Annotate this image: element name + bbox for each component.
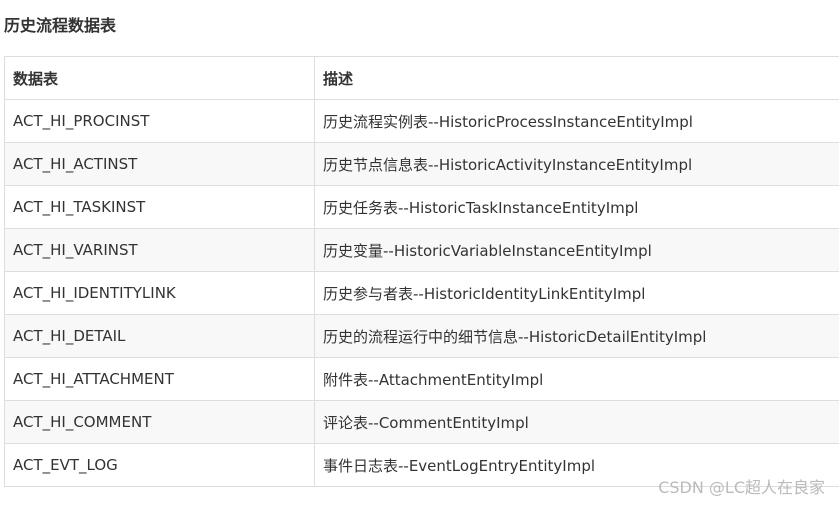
description-cell: 历史变量--HistoricVariableInstanceEntityImpl (314, 228, 839, 272)
table-name-cell: ACT_HI_DETAIL (4, 314, 315, 358)
table-row: ACT_HI_TASKINST 历史任务表--HistoricTaskInsta… (4, 185, 839, 229)
table-name-cell: ACT_HI_ACTINST (4, 142, 315, 186)
section-title: 历史流程数据表 (4, 16, 117, 35)
description-cell: 历史流程实例表--HistoricProcessInstanceEntityIm… (314, 99, 839, 143)
table-name-cell: ACT_HI_VARINST (4, 228, 315, 272)
watermark: CSDN @LC超人在良家 (658, 478, 825, 497)
column-header-table-name: 数据表 (4, 56, 315, 100)
table-row: ACT_HI_IDENTITYLINK 历史参与者表--HistoricIden… (4, 271, 839, 315)
table-name-cell: ACT_HI_IDENTITYLINK (4, 271, 315, 315)
table-name-cell: ACT_HI_TASKINST (4, 185, 315, 229)
description-cell: 历史节点信息表--HistoricActivityInstanceEntityI… (314, 142, 839, 186)
table-header-row: 数据表 描述 (4, 56, 839, 100)
history-data-table: 数据表 描述 ACT_HI_PROCINST 历史流程实例表--Historic… (4, 56, 839, 487)
table-row: ACT_HI_COMMENT 评论表--CommentEntityImpl (4, 400, 839, 444)
description-cell: 评论表--CommentEntityImpl (314, 400, 839, 444)
column-header-description: 描述 (314, 56, 839, 100)
table-name-cell: ACT_HI_COMMENT (4, 400, 315, 444)
description-cell: 历史参与者表--HistoricIdentityLinkEntityImpl (314, 271, 839, 315)
table-name-cell: ACT_HI_PROCINST (4, 99, 315, 143)
table-row: ACT_HI_ACTINST 历史节点信息表--HistoricActivity… (4, 142, 839, 186)
description-cell: 附件表--AttachmentEntityImpl (314, 357, 839, 401)
table-row: ACT_HI_PROCINST 历史流程实例表--HistoricProcess… (4, 99, 839, 143)
table-row: ACT_HI_DETAIL 历史的流程运行中的细节信息--HistoricDet… (4, 314, 839, 358)
table-row: ACT_HI_VARINST 历史变量--HistoricVariableIns… (4, 228, 839, 272)
description-cell: 历史任务表--HistoricTaskInstanceEntityImpl (314, 185, 839, 229)
table-name-cell: ACT_EVT_LOG (4, 443, 315, 487)
description-cell: 历史的流程运行中的细节信息--HistoricDetailEntityImpl (314, 314, 839, 358)
table-name-cell: ACT_HI_ATTACHMENT (4, 357, 315, 401)
table-row: ACT_HI_ATTACHMENT 附件表--AttachmentEntityI… (4, 357, 839, 401)
